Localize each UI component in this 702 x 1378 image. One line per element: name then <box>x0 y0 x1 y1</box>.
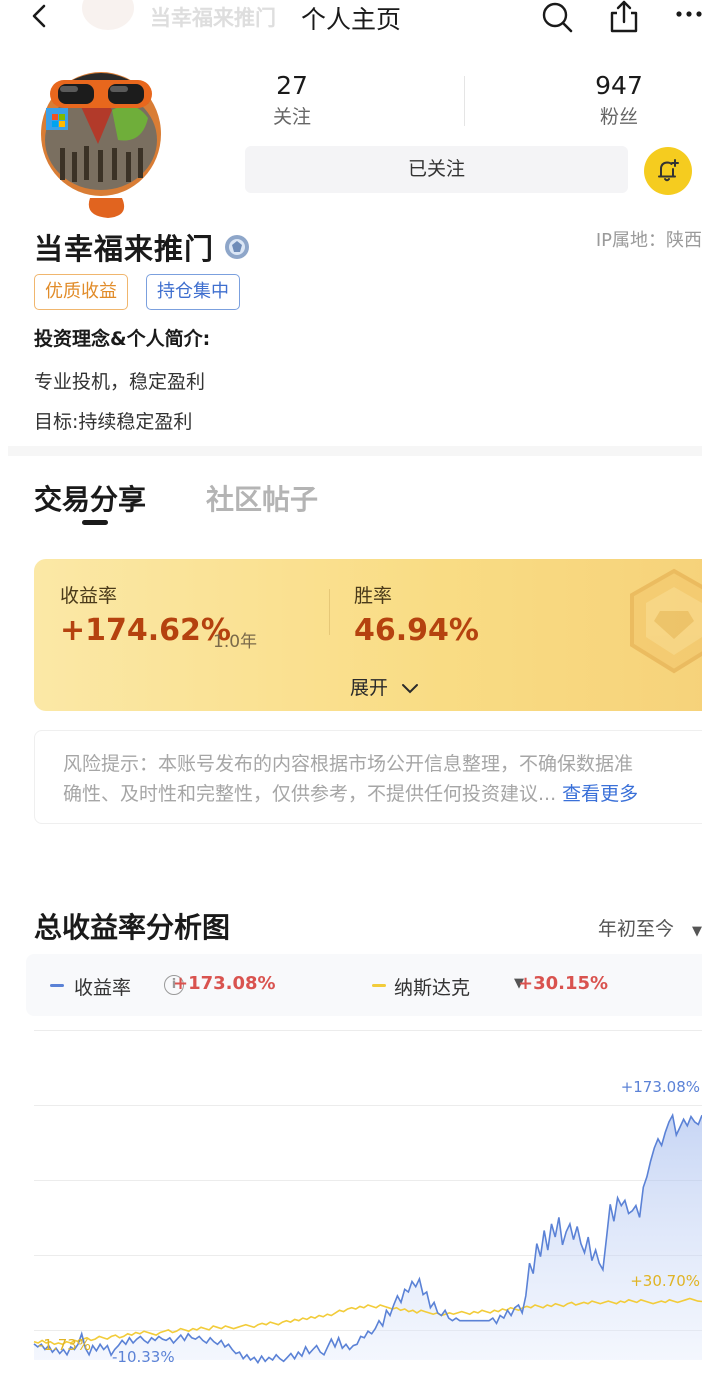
following-label: 关注 <box>272 106 311 128</box>
stat-divider <box>464 76 465 126</box>
return-period: 1.0年 <box>213 632 258 652</box>
legend-return-value: +173.08% <box>173 973 276 994</box>
bell-plus-icon <box>658 159 679 182</box>
return-area-fill <box>34 1115 702 1363</box>
return-label: 收益率 <box>60 585 118 607</box>
following-count: 27 <box>276 71 308 100</box>
tab-community-posts[interactable]: 社区帖子 <box>206 478 318 518</box>
page-title: 个人主页 <box>300 5 401 34</box>
chart-legend: 收益率 i +173.08% 纳斯达克 ▼ +30.15% <box>26 954 702 1016</box>
view-more-link[interactable]: 查看更多 <box>562 783 638 805</box>
following-button[interactable]: 已关注 <box>245 146 628 193</box>
more-icon[interactable] <box>674 0 702 34</box>
followers-label: 粉丝 <box>599 106 638 128</box>
verified-badge-icon <box>225 235 249 259</box>
legend-nasdaq-select[interactable]: 纳斯达克 <box>394 973 470 1000</box>
username: 当幸福来推门 <box>34 232 215 266</box>
section-divider <box>8 446 702 456</box>
legend-swatch-nasdaq <box>372 984 386 987</box>
medal-icon <box>630 568 702 674</box>
range-label: 年初至今 <box>597 918 674 940</box>
time-range-select[interactable]: 年初至今 ▼ <box>598 914 702 941</box>
search-icon[interactable] <box>540 0 574 34</box>
legend-nasdaq-value: +30.15% <box>518 973 609 994</box>
winrate-label: 胜率 <box>354 585 393 607</box>
bio-title: 投资理念&个人简介: <box>34 328 211 350</box>
expand-label: 展开 <box>350 677 389 699</box>
return-value: +174.62% <box>60 613 231 648</box>
winrate-value: 46.94% <box>354 613 479 648</box>
risk-text-line: 确性、及时性和完整性，仅供参考，不提供任何投资建议... 查看更多 <box>63 779 702 809</box>
top-nav-bar: 当幸福来推门 个人主页 <box>0 0 702 34</box>
return-end-label: +173.08% <box>621 1078 700 1096</box>
chart-title: 总收益率分析图 <box>34 911 231 944</box>
return-min-label: -10.33% <box>112 1348 175 1366</box>
expand-button[interactable]: 展开 <box>350 673 420 700</box>
perf-divider <box>329 589 330 635</box>
share-icon[interactable] <box>607 0 641 34</box>
followers-count: 947 <box>595 71 643 100</box>
legend-swatch-return <box>50 984 64 987</box>
bio-line: 专业投机，稳定盈利 <box>34 371 206 393</box>
active-tab-indicator <box>82 520 108 525</box>
chevron-down-icon <box>402 683 419 693</box>
return-start-label: -1.73% <box>38 1336 91 1354</box>
tag-concentrated-holding: 持仓集中 <box>146 274 240 310</box>
tag-quality-return: 优质收益 <box>34 274 128 310</box>
nasdaq-end-label: +30.70% <box>630 1272 700 1290</box>
risk-text-cont: 确性、及时性和完整性，仅供参考，不提供任何投资建议... <box>63 783 557 805</box>
ip-location: IP属地：陕西 <box>595 230 702 251</box>
avatar[interactable] <box>38 48 164 224</box>
tab-trade-share[interactable]: 交易分享 <box>34 478 146 518</box>
caret-down-icon: ▼ <box>692 924 702 939</box>
notification-bell-button[interactable] <box>644 147 692 195</box>
legend-return-label: 收益率 <box>74 977 132 999</box>
following-stat[interactable]: 27 关注 <box>237 70 347 132</box>
followers-stat[interactable]: 947 粉丝 <box>564 70 674 132</box>
bio-line: 目标:持续稳定盈利 <box>34 411 193 433</box>
performance-card: 收益率 +174.62% 1.0年 胜率 46.94% 展开 <box>34 559 702 711</box>
risk-text-line: 风险提示：本账号发布的内容根据市场公开信息整理，不确保数据准 <box>63 753 634 775</box>
return-chart: +173.08% +30.70% -1.73% -10.33% <box>33 1030 702 1366</box>
risk-disclaimer: 风险提示：本账号发布的内容根据市场公开信息整理，不确保数据准 确性、及时性和完整… <box>34 730 702 824</box>
